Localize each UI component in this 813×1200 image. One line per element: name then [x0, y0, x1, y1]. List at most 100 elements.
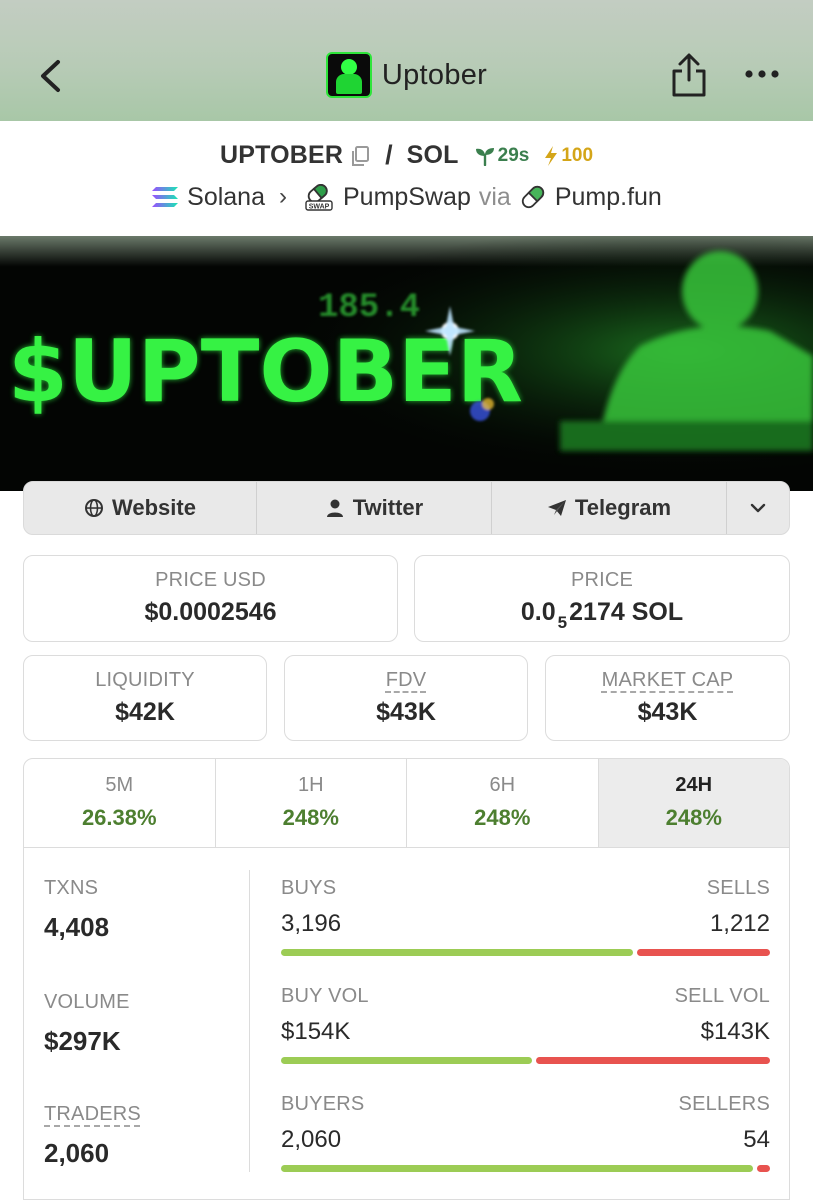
buyers-sellers-bar — [281, 1165, 770, 1172]
tab-24h[interactable]: 24H 248% — [598, 759, 789, 847]
pair-separator: / — [385, 140, 393, 170]
price-native-zero-count: 5 — [557, 613, 568, 632]
buy-vol-label: BUY VOL — [281, 985, 369, 1007]
txns-label: TXNS — [44, 877, 99, 899]
txns-value: 4,408 — [44, 912, 110, 942]
tab-6h-label: 6H — [489, 774, 516, 796]
buys-sells-row: BUYS SELLS 3,196 1,212 — [281, 877, 770, 956]
tab-1h-label: 1H — [297, 774, 324, 796]
sells-bar-fill — [637, 949, 770, 956]
tab-1h[interactable]: 1H 248% — [216, 759, 407, 847]
traders-label: TRADERS — [44, 1103, 141, 1125]
liquidity-value: $42K — [115, 698, 175, 726]
market-cap-value: $43K — [637, 698, 698, 726]
twitter-button[interactable]: Twitter — [257, 482, 492, 534]
telegram-button[interactable]: Telegram — [492, 482, 727, 534]
sell-vol-label: SELL VOL — [674, 985, 770, 1007]
pair-header: UPTOBER / SOL 29s 100 — [0, 140, 813, 171]
buy-vol-value: $154K — [281, 1018, 351, 1045]
sells-label: SELLS — [706, 877, 770, 899]
pumpswap-icon: SWAP — [305, 183, 333, 211]
twitter-label: Twitter — [352, 495, 424, 520]
buys-bar-fill — [281, 949, 633, 956]
market-cap-card[interactable]: MARKET CAP $43K — [545, 655, 790, 741]
buyers-value: 2,060 — [281, 1126, 342, 1153]
tab-6h-change: 248% — [474, 805, 531, 830]
sell-vol-bar-fill — [536, 1057, 770, 1064]
tab-24h-label: 24H — [675, 774, 713, 796]
copy-icon[interactable] — [349, 145, 371, 167]
tab-5m[interactable]: 5M 26.38% — [24, 759, 216, 847]
chevron-down-icon — [750, 503, 766, 513]
price-usd-value: $0.0002546 — [144, 598, 277, 626]
tab-24h-change: 248% — [665, 805, 722, 830]
more-links-button[interactable] — [727, 482, 789, 534]
fdv-value: $43K — [376, 698, 436, 726]
share-icon[interactable] — [668, 52, 710, 98]
solana-icon — [152, 187, 179, 207]
sprout-icon — [475, 147, 494, 166]
paper-plane-icon — [547, 500, 566, 516]
traders-stat: TRADERS 2,060 — [44, 1103, 244, 1169]
timeframe-tabs: 5M 26.38% 1H 248% 6H 248% 24H 248% — [24, 759, 789, 848]
sell-vol-value: $143K — [700, 1018, 770, 1045]
pill-icon — [521, 185, 544, 209]
price-native-card: PRICE 0.0 52174 SOL — [414, 555, 790, 642]
pair-age: 29s — [475, 144, 530, 167]
globe-icon — [85, 499, 104, 517]
telegram-label: Telegram — [574, 495, 672, 520]
totals-column: TXNS 4,408 VOLUME $297K TRADERS 2,060 — [44, 877, 244, 1169]
sellers-label: SELLERS — [678, 1093, 770, 1115]
dex-name[interactable]: PumpSwap — [343, 183, 471, 212]
fdv-card[interactable]: FDV $43K — [284, 655, 528, 741]
user-icon — [326, 499, 343, 517]
tab-6h[interactable]: 6H 248% — [407, 759, 599, 847]
buys-sells-bar — [281, 949, 770, 956]
base-token-symbol: UPTOBER — [219, 141, 344, 169]
via-label: via — [478, 182, 511, 211]
buyers-label: BUYERS — [281, 1093, 365, 1115]
price-native-label: PRICE — [570, 569, 634, 591]
chevron-right-icon: › — [279, 183, 287, 210]
sellers-value: 54 — [743, 1126, 770, 1153]
buys-label: BUYS — [281, 877, 337, 899]
price-usd-label: PRICE USD — [155, 569, 266, 591]
tab-5m-label: 5M — [105, 774, 134, 796]
more-horizontal-icon[interactable] — [744, 66, 780, 82]
token-logo — [325, 52, 372, 98]
column-divider — [249, 870, 250, 1172]
sells-value: 1,212 — [709, 910, 770, 937]
svg-text:SWAP: SWAP — [309, 204, 330, 211]
volume-split-bar — [281, 1057, 770, 1064]
website-button[interactable]: Website — [24, 482, 257, 534]
price-native-suffix: 2174 SOL — [569, 598, 684, 626]
launchpad-name[interactable]: Pump.fun — [555, 183, 662, 212]
top-navigation-bar: Uptober — [0, 0, 813, 121]
txns-stat: TXNS 4,408 — [44, 877, 244, 943]
social-links-bar: Website Twitter Telegram — [23, 481, 790, 535]
pair-age-value: 29s — [497, 144, 530, 166]
liquidity-card: LIQUIDITY $42K — [23, 655, 267, 741]
quote-token-symbol: SOL — [406, 141, 459, 169]
tab-5m-change: 26.38% — [81, 805, 157, 830]
buy-vol-bar-fill — [281, 1057, 532, 1064]
chain-breadcrumb: Solana › SWAP PumpSwap via Pump.fun — [0, 181, 813, 213]
token-banner-image: 185.4 $UPTOBER $UPTOBER — [0, 236, 813, 491]
chain-name[interactable]: Solana — [187, 183, 265, 212]
traders-value: 2,060 — [44, 1138, 110, 1168]
price-native-prefix: 0.0 — [520, 598, 556, 626]
page-title: Uptober — [381, 58, 488, 91]
volume-label: VOLUME — [44, 991, 130, 1013]
sellers-bar-fill — [757, 1165, 770, 1172]
volume-split-row: BUY VOL SELL VOL $154K $143K — [281, 985, 770, 1064]
buyers-bar-fill — [281, 1165, 753, 1172]
tab-1h-change: 248% — [282, 805, 339, 830]
fdv-label: FDV — [385, 669, 427, 691]
boost-badge[interactable]: 100 — [543, 145, 593, 167]
liquidity-label: LIQUIDITY — [95, 669, 195, 691]
price-usd-card: PRICE USD $0.0002546 — [23, 555, 398, 642]
lightning-icon — [545, 145, 558, 166]
website-label: Website — [112, 495, 196, 520]
boost-value: 100 — [561, 144, 594, 166]
txns-panel: 5M 26.38% 1H 248% 6H 248% 24H 248% TXNS … — [23, 758, 790, 1200]
